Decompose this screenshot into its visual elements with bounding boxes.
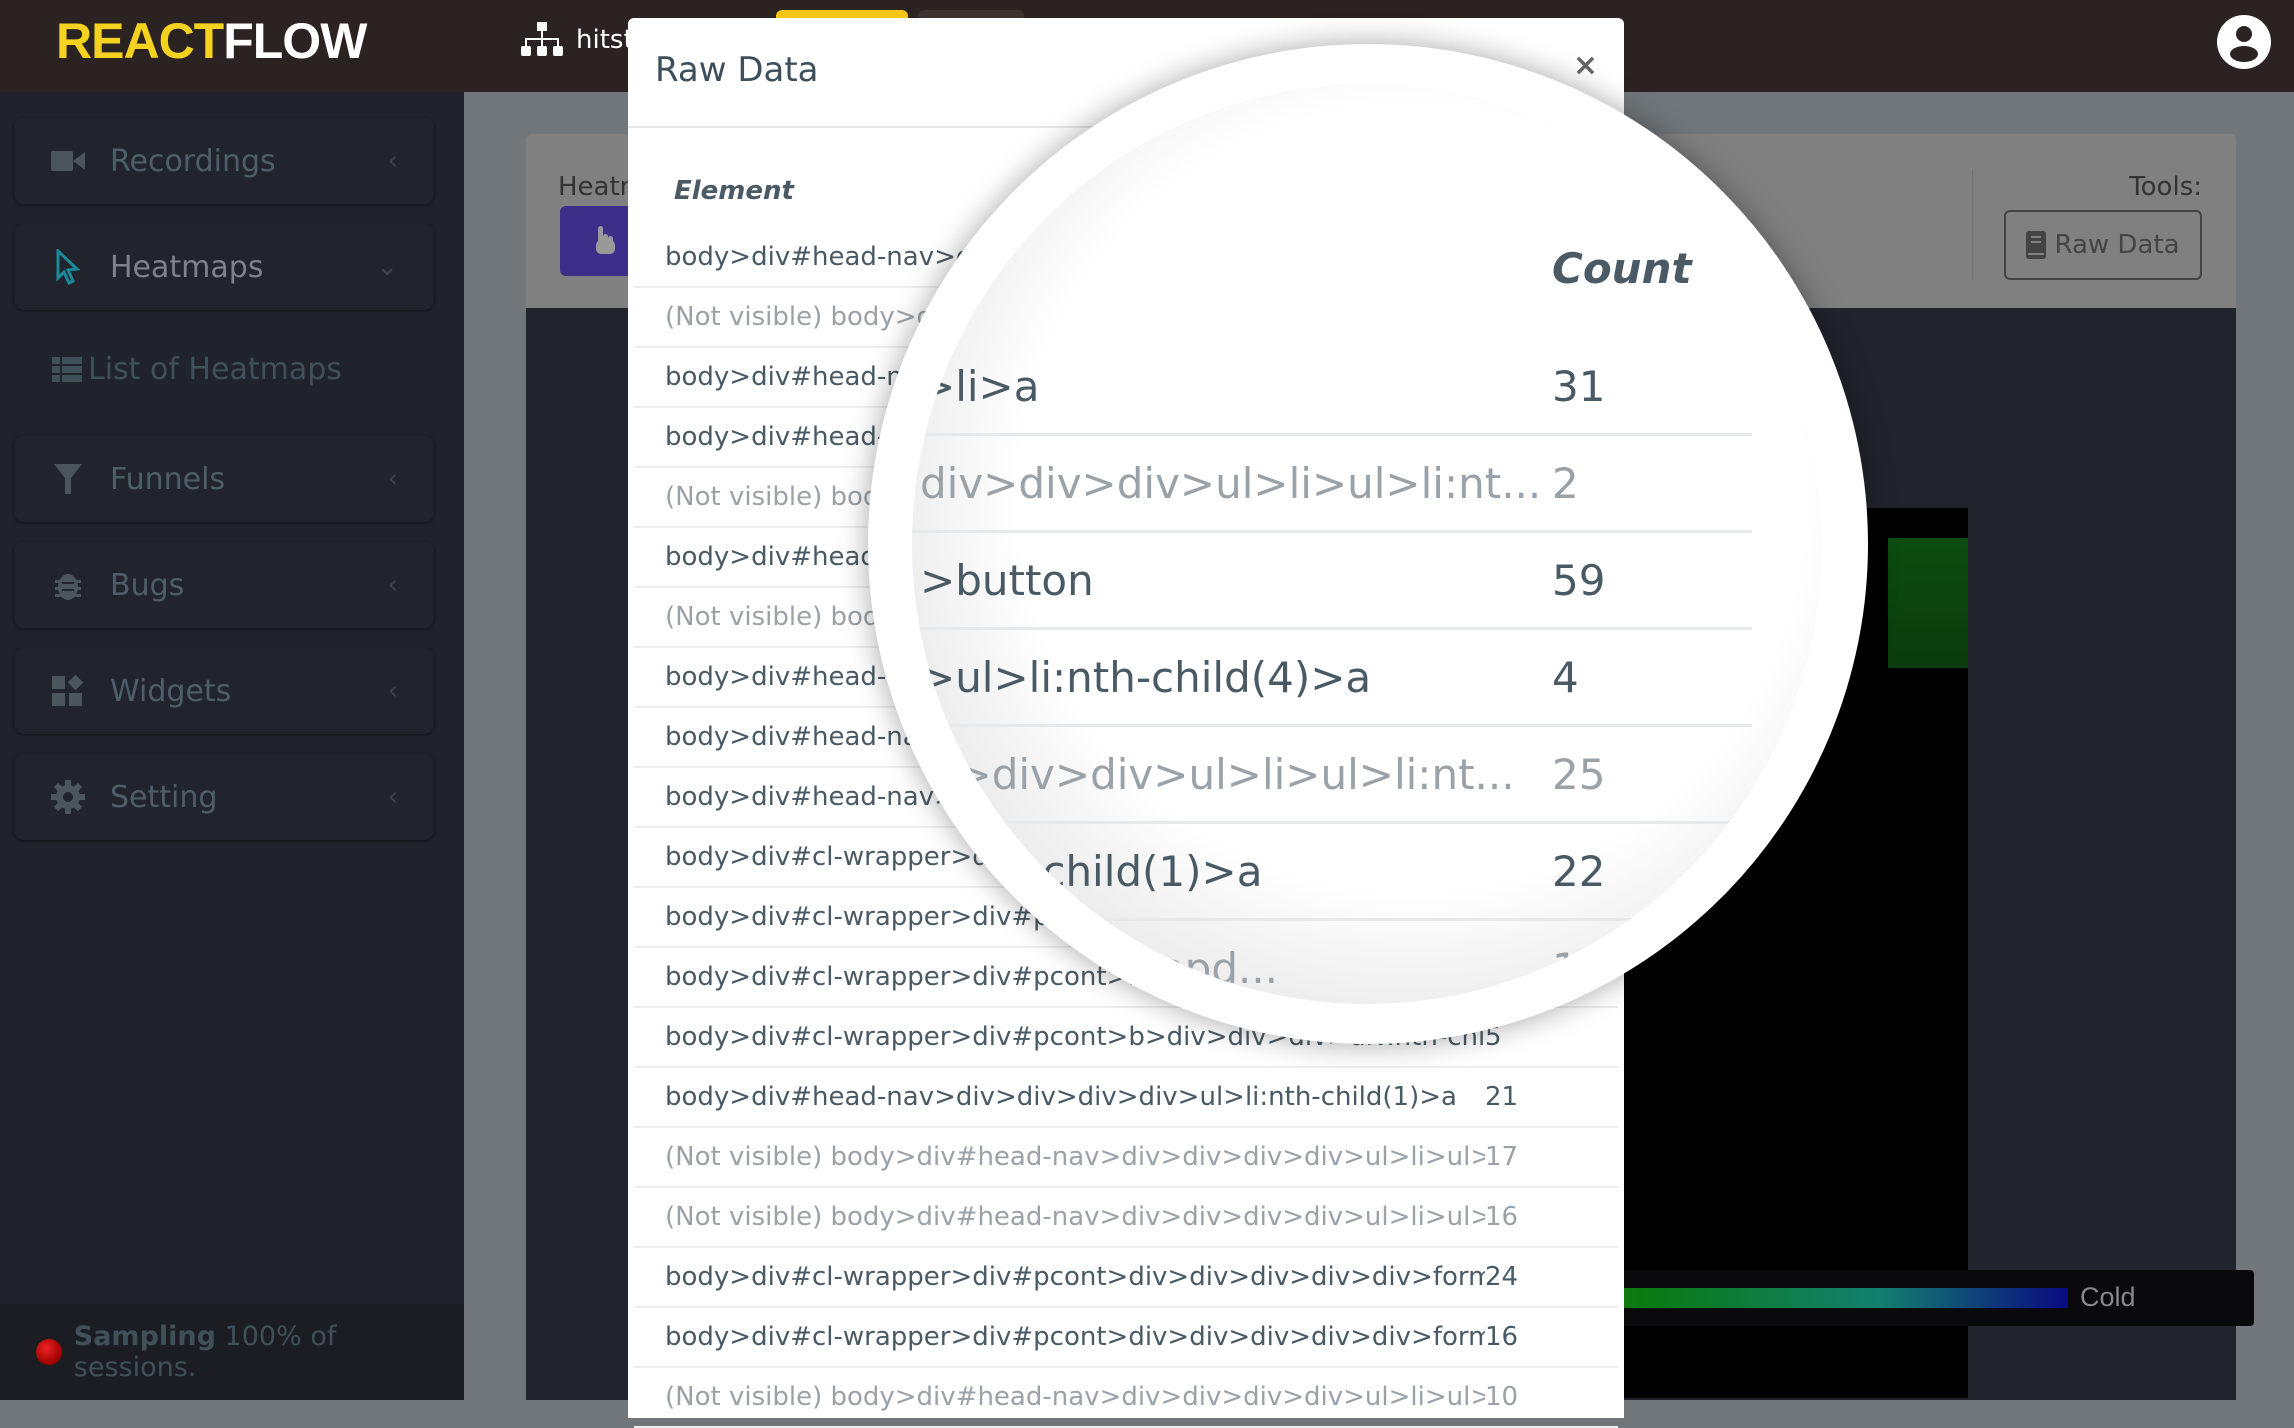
modal-title: Raw Data [655, 50, 819, 90]
element-cell: (Not visible) body>div#head-nav>div>div>… [665, 1142, 1485, 1172]
sampling-label: Sampling [73, 1321, 216, 1352]
sitemap-icon [521, 22, 563, 56]
table-row[interactable]: (Not visible) body>div#head-nav>div>div>… [634, 1368, 1618, 1428]
sidebar: Recordings ‹ Heatmaps ⌄ List of Heatmaps… [0, 92, 464, 1400]
cursor-icon [48, 249, 88, 285]
list-icon [52, 356, 82, 382]
element-cell: >button [920, 555, 1094, 605]
book-icon [2026, 231, 2047, 259]
sidebar-subitem-list-of-heatmaps[interactable]: List of Heatmaps [52, 352, 342, 387]
count-cell: 31 [1552, 361, 1606, 411]
chevron-left-icon: ‹ [387, 464, 398, 494]
chevron-left-icon: ‹ [387, 782, 398, 812]
sidebar-subitem-label: List of Heatmaps [88, 352, 342, 387]
table-row[interactable]: (Not visible) body>div#head-nav>div>div>… [634, 1128, 1618, 1188]
sidebar-item-funnels[interactable]: Funnels ‹ [14, 436, 434, 522]
count-cell: 13 [1552, 943, 1606, 993]
sidebar-item-heatmaps[interactable]: Heatmaps ⌄ [14, 224, 434, 310]
element-cell: >ul>li:nth-child(4)>a [920, 652, 1372, 702]
count-cell: 17 [1485, 1142, 1519, 1172]
element-cell: iv>div>div>ul>li>ul>li:nt... [920, 749, 1515, 799]
magnifier: Count >li>a 31 div>div>div>ul>li>ul>li:nt.… [868, 44, 1868, 1044]
bug-icon [48, 567, 88, 603]
site-name: hitst [576, 25, 634, 55]
gear-icon [48, 779, 88, 815]
table-row[interactable]: body>div#cl-wrapper>div#pcont>div>div>di… [634, 1248, 1618, 1308]
table-row[interactable]: >li>a 31 [912, 339, 1752, 436]
chevron-down-icon: ⌄ [376, 252, 398, 282]
column-header-count: Count [1552, 244, 1692, 293]
table-row[interactable]: body>div#cl-wrapper>div#pcont>div>div>di… [634, 1308, 1618, 1368]
hand-pointer-icon [596, 226, 615, 254]
count-cell: 4 [1552, 652, 1579, 702]
magnified-rows: >li>a 31 div>div>div>ul>li>ul>li:nt... 2 >bu… [912, 339, 1752, 1004]
heat-spot [1888, 538, 1968, 668]
table-row[interactable]: (Not visible) body>div#head-nav>div>div>… [634, 1188, 1618, 1248]
count-cell: 2 [1552, 458, 1579, 508]
status-dot-icon [36, 1339, 62, 1365]
chevron-left-icon: ‹ [387, 146, 398, 176]
count-cell: 24 [1485, 1262, 1519, 1292]
tools-label: Tools: [2129, 172, 2202, 202]
element-cell: body>div#head-nav>div>div>div>div>ul>li:… [665, 1082, 1457, 1112]
element-cell: (Not visible) body>div#head-nav>div>div>… [665, 1202, 1485, 1232]
count-cell: 25 [1552, 749, 1606, 799]
logo[interactable]: REACTFLOW [56, 10, 367, 72]
raw-data-button-label: Raw Data [2054, 230, 2180, 260]
count-cell: 10 [1485, 1382, 1519, 1412]
funnel-icon [48, 461, 88, 497]
table-row[interactable]: li:nth-child(1)>a 22 [912, 824, 1752, 921]
sidebar-item-label: Heatmaps [110, 249, 264, 285]
chevron-left-icon: ‹ [387, 676, 398, 706]
element-cell: (Not visible) body>div#head-nav>div>div>… [665, 1382, 1485, 1412]
count-cell: 21 [1485, 1082, 1519, 1112]
sidebar-item-recordings[interactable]: Recordings ‹ [14, 118, 434, 204]
sidebar-item-label: Widgets [110, 673, 232, 709]
sidebar-item-widgets[interactable]: Widgets ‹ [14, 648, 434, 734]
sidebar-item-bugs[interactable]: Bugs ‹ [14, 542, 434, 628]
element-cell: av>ul>li.dropd... [920, 943, 1279, 993]
element-cell: >li>a [920, 361, 1040, 411]
site-selector[interactable]: hitst [520, 22, 634, 58]
chevron-left-icon: ‹ [387, 570, 398, 600]
count-cell: 16 [1485, 1322, 1519, 1352]
sidebar-item-label: Bugs [110, 567, 185, 603]
widgets-icon [48, 673, 88, 709]
divider [1972, 170, 1973, 280]
table-row[interactable]: av>ul>li.dropd... 13 [912, 921, 1752, 1004]
raw-data-button[interactable]: Raw Data [2004, 210, 2202, 280]
element-cell: body>div#cl-wrapper>div#pcont>div>div>di… [665, 1322, 1485, 1352]
legend-cold-label: Cold [2080, 1282, 2136, 1312]
sidebar-item-label: Recordings [110, 143, 276, 179]
video-camera-icon [48, 143, 88, 179]
table-row[interactable]: div>div>div>ul>li>ul>li:nt... 2 [912, 436, 1752, 533]
table-row[interactable]: >button 59 [912, 533, 1752, 630]
element-cell: li:nth-child(1)>a [920, 846, 1263, 896]
table-row[interactable]: iv>div>div>ul>li>ul>li:nt... 25 [912, 727, 1752, 824]
close-icon[interactable]: × [1573, 48, 1598, 83]
sidebar-item-setting[interactable]: Setting ‹ [14, 754, 434, 840]
count-cell: 22 [1552, 846, 1606, 896]
user-circle-icon[interactable] [2216, 14, 2272, 70]
table-row[interactable]: >ul>li:nth-child(4)>a 4 [912, 630, 1752, 727]
count-cell: 59 [1552, 555, 1606, 605]
sidebar-item-label: Setting [110, 779, 218, 815]
table-row[interactable]: body>div#head-nav>div>div>div>div>ul>li:… [634, 1068, 1618, 1128]
column-header-element: Element [674, 176, 794, 206]
sidebar-item-label: Funnels [110, 461, 226, 497]
element-cell: body>div#cl-wrapper>div#pcont>div>div>di… [665, 1262, 1485, 1292]
sampling-status: Sampling 100% of sessions. [0, 1304, 464, 1400]
element-cell: div>div>div>ul>li>ul>li:nt... [920, 458, 1542, 508]
count-cell: 16 [1485, 1202, 1519, 1232]
count-cell: 5 [1485, 1022, 1502, 1052]
